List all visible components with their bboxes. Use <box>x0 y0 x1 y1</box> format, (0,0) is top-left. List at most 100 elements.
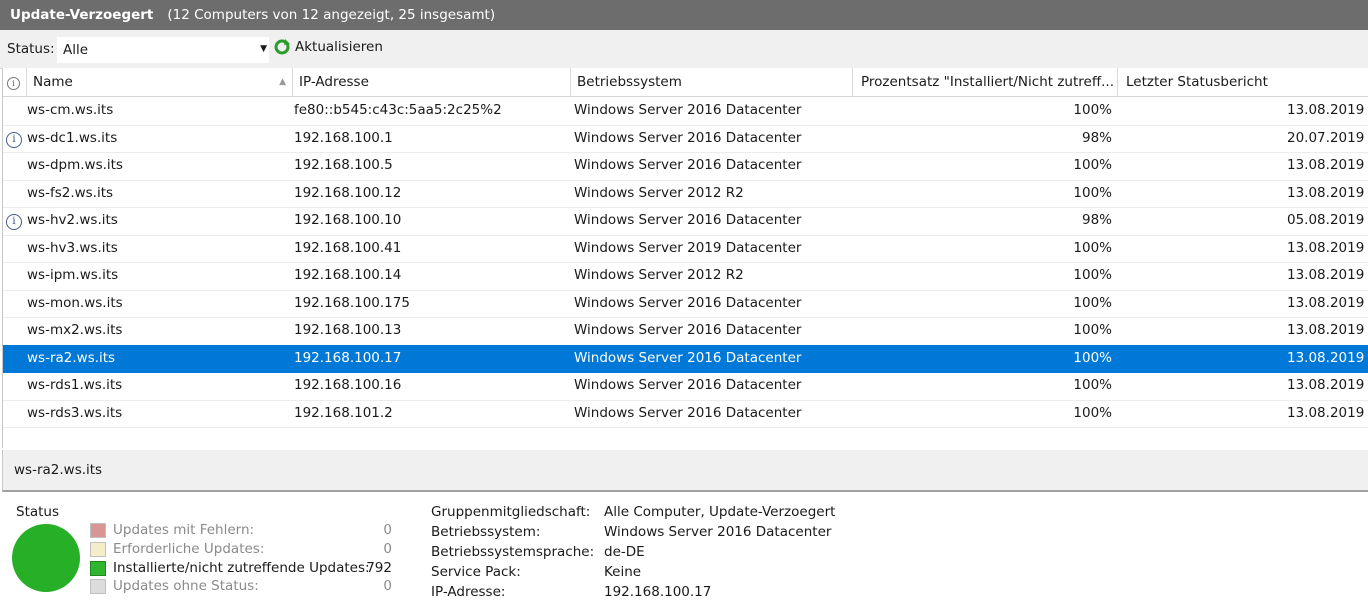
cell-pct: 100% <box>1073 102 1112 118</box>
info-value: Alle Computer, Update-Verzoegert <box>604 504 836 520</box>
cell-name: ws-cm.ws.its <box>27 102 114 118</box>
cell-last: 13.08.2019 10 <box>1287 322 1368 338</box>
info-label: Betriebssystemsprache: <box>431 544 595 560</box>
cell-pct: 98% <box>1081 129 1112 146</box>
cell-ip: 192.168.100.12 <box>294 184 402 201</box>
table-row[interactable]: ws-dpm.ws.its 192.168.100.5 Windows Server… <box>3 152 1368 181</box>
cell-pct: 100% <box>1073 322 1112 338</box>
cell-name: ws-hv2.ws.its <box>27 212 118 228</box>
cell-last: 13.08.2019 08 <box>1287 404 1368 421</box>
dropdown-arrow-icon: ▼ <box>260 44 267 54</box>
cell-ip: 192.168.100.41 <box>294 239 402 256</box>
details-panel: Status Updates mit Fehlern: 0 Erforderlich… <box>0 492 1368 612</box>
legend-label: Installierte/nicht zutreffende Updates: <box>113 559 370 576</box>
table-row[interactable]: ws-ra2.ws.its 192.168.100.17 Windows Serve… <box>3 344 1368 373</box>
cell-last: 13.08.2019 12 <box>1287 267 1368 283</box>
cell-ip: 192.168.100.13 <box>294 322 402 338</box>
cell-os: Windows Server 2016 Datacenter <box>574 349 802 366</box>
table-row[interactable]: ws-fs2.ws.its 192.168.100.12 Windows Serve… <box>3 180 1368 208</box>
table-row[interactable]: i ws-dc1.ws.its 192.168.100.1 Windows Serve… <box>3 125 1368 153</box>
cell-ip: 192.168.100.1 <box>294 129 393 146</box>
table-row[interactable]: ws-ipm.ws.its 192.168.100.14 Windows Serve… <box>3 262 1368 291</box>
cell-os: Windows Server 2012 R2 <box>574 184 744 201</box>
cell-pct: 100% <box>1073 239 1112 256</box>
cell-name: ws-rds1.ws.its <box>27 377 123 393</box>
status-filter-dropdown[interactable]: Alle ▼ <box>56 36 270 64</box>
legend-value: 0 <box>383 540 392 557</box>
table-row[interactable]: i ws-hv2.ws.its 192.168.100.10 Windows Serv… <box>3 207 1368 236</box>
legend-label: Updates ohne Status: <box>113 578 259 595</box>
cell-ip: 192.168.100.14 <box>294 267 402 283</box>
cell-pct: 98% <box>1081 212 1112 228</box>
header-installed-percentage[interactable]: Prozentsatz "Installiert/Nicht zutreff..… <box>853 68 1118 96</box>
sort-ascending-icon: ▲ <box>279 77 286 87</box>
cell-ip: 192.168.101.2 <box>294 404 393 421</box>
cell-os: Windows Server 2016 Datacenter <box>574 294 802 311</box>
cell-last: 20.07.2019 21 <box>1287 129 1368 146</box>
cell-last: 13.08.2019 11 <box>1287 294 1368 311</box>
status-circle <box>12 524 80 592</box>
filter-toolbar: Status: Alle ▼ Aktualisieren <box>0 30 1368 69</box>
table-row[interactable]: ws-mon.ws.its 192.168.100.175 Windows Serv… <box>3 290 1368 318</box>
table-row[interactable]: ws-cm.ws.its fe80::b545:c43c:5aa5:2c25%2 W… <box>3 97 1368 126</box>
legend-color-swatch <box>90 560 106 576</box>
refresh-icon <box>274 39 290 55</box>
cell-pct: 100% <box>1073 377 1112 393</box>
cell-pct: 100% <box>1073 349 1112 366</box>
cell-name: ws-mon.ws.its <box>27 294 123 311</box>
info-label: Gruppenmitgliedschaft: <box>431 504 591 520</box>
info-value: 192.168.100.17 <box>604 584 712 600</box>
selected-computer-name: ws-ra2.ws.its <box>14 462 103 478</box>
header-last-status-report[interactable]: Letzter Statusbericht <box>1118 68 1368 96</box>
header-operating-system[interactable]: Betriebssystem <box>571 68 853 96</box>
status-filter-value: Alle <box>63 42 89 58</box>
cell-name: ws-fs2.ws.its <box>27 184 114 201</box>
header-info-column[interactable]: i <box>3 68 27 96</box>
cell-last: 13.08.2019 12 <box>1287 184 1368 201</box>
cell-last: 13.08.2019 09 <box>1287 157 1368 173</box>
table-row[interactable]: ws-rds3.ws.its 192.168.101.2 Windows Serve… <box>3 400 1368 428</box>
legend-label: Erforderliche Updates: <box>113 540 265 557</box>
info-icon: i <box>6 207 26 234</box>
legend-label: Updates mit Fehlern: <box>113 522 255 538</box>
computer-count: (12 Computers von 12 angezeigt, 25 insge… <box>167 7 496 23</box>
legend-value: 0 <box>383 578 392 595</box>
table-row[interactable]: ws-rds1.ws.its 192.168.100.16 Windows Serv… <box>3 372 1368 401</box>
table-row[interactable]: ws-hv3.ws.its 192.168.100.41 Windows Serve… <box>3 235 1368 263</box>
info-value: de-DE <box>604 544 645 560</box>
cell-ip: 192.168.100.10 <box>294 212 402 228</box>
legend-color-swatch <box>90 541 106 557</box>
cell-os: Windows Server 2019 Datacenter <box>574 239 802 256</box>
cell-os: Windows Server 2016 Datacenter <box>574 377 802 393</box>
cell-ip: fe80::b545:c43c:5aa5:2c25%2 <box>294 102 502 118</box>
header-ip-address[interactable]: IP-Adresse <box>293 68 571 96</box>
info-label: Service Pack: <box>431 564 521 580</box>
refresh-button[interactable]: Aktualisieren <box>273 38 383 56</box>
info-label: Betriebssystem: <box>431 524 541 540</box>
info-icon: i <box>6 125 26 152</box>
refresh-label: Aktualisieren <box>295 39 383 55</box>
cell-ip: 192.168.100.17 <box>294 349 402 366</box>
cell-pct: 100% <box>1073 184 1112 201</box>
legend-color-swatch <box>90 579 106 595</box>
cell-os: Windows Server 2016 Datacenter <box>574 157 802 173</box>
table-header: i Name ▲ IP-Adresse Betriebssystem Proze… <box>3 68 1368 97</box>
info-label: IP-Adresse: <box>431 584 506 600</box>
header-name-label: Name <box>33 74 73 90</box>
selected-computer-bar: ws-ra2.ws.its <box>2 450 1368 492</box>
pane-titlebar: Update-Verzoegert (12 Computers von 12 a… <box>0 0 1368 30</box>
cell-last: 05.08.2019 21 <box>1287 212 1368 228</box>
cell-last: 13.08.2019 09 <box>1287 349 1368 366</box>
table-row[interactable]: ws-mx2.ws.its 192.168.100.13 Windows Serve… <box>3 317 1368 346</box>
cell-os: Windows Server 2012 R2 <box>574 267 744 283</box>
legend-value: 0 <box>383 522 392 538</box>
cell-name: ws-hv3.ws.its <box>27 239 118 256</box>
cell-pct: 100% <box>1073 294 1112 311</box>
cell-last: 13.08.2019 12 <box>1287 239 1368 256</box>
info-value: Windows Server 2016 Datacenter <box>604 524 832 540</box>
header-name[interactable]: Name ▲ <box>27 68 293 96</box>
cell-name: ws-dc1.ws.its <box>27 129 118 146</box>
cell-os: Windows Server 2016 Datacenter <box>574 404 802 421</box>
cell-os: Windows Server 2016 Datacenter <box>574 129 802 146</box>
cell-ip: 192.168.100.5 <box>294 157 393 173</box>
